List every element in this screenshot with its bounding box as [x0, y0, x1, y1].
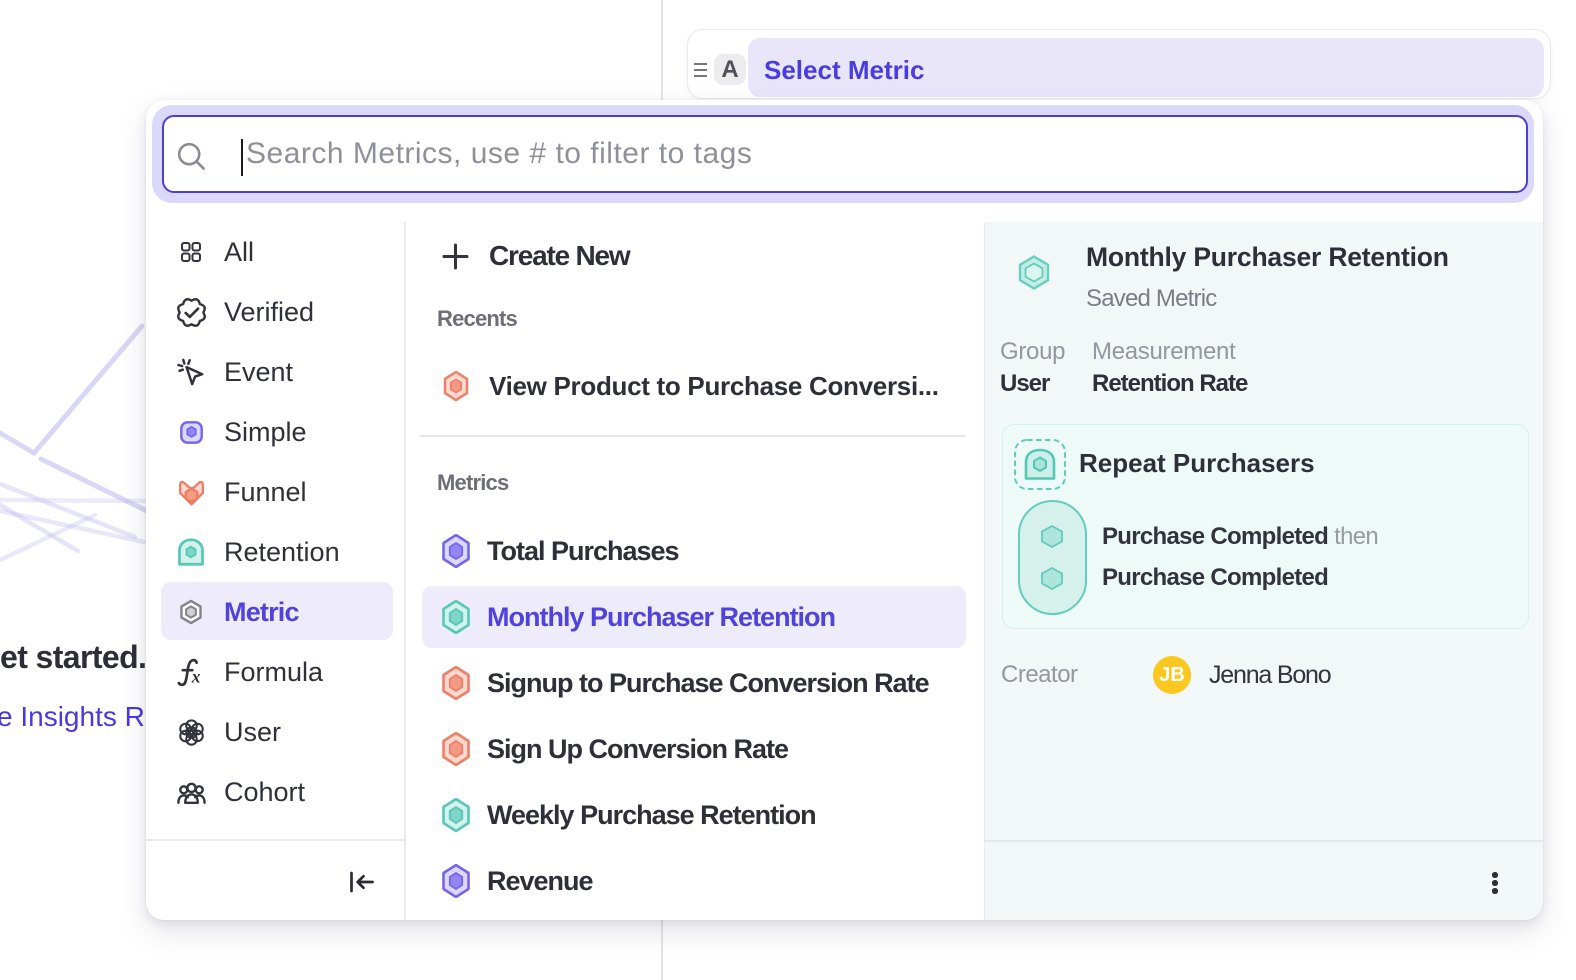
- svg-text:x: x: [190, 666, 200, 686]
